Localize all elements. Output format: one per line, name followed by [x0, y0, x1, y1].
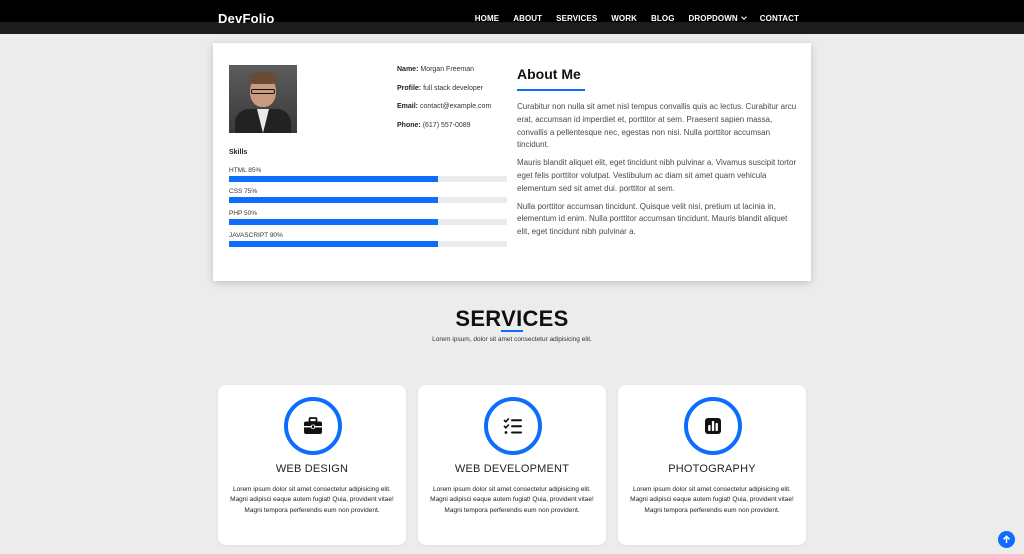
service-card-photography[interactable]: PHOTOGRAPHY Lorem ipsum dolor sit amet c… — [618, 385, 806, 545]
service-icon-ring — [684, 397, 742, 455]
about-paragraph: Nulla porttitor accumsan tincidunt. Quis… — [517, 201, 788, 237]
main-nav: HOME ABOUT SERVICES WORK BLOG DROPDOWN C… — [475, 14, 799, 23]
info-phone-value: (617) 557-0089 — [422, 121, 471, 129]
profile-photo — [229, 65, 297, 133]
skill-progress-fill — [229, 176, 438, 182]
about-text: Curabitur non nulla sit amet nisl tempus… — [517, 101, 801, 244]
service-title: WEB DEVELOPMENT — [454, 463, 570, 475]
service-card-web-development[interactable]: WEB DEVELOPMENT Lorem ipsum dolor sit am… — [418, 385, 606, 545]
arrow-up-icon — [1002, 535, 1011, 543]
skill-php: PHP 50% — [229, 210, 507, 225]
about-paragraph: Curabitur non nulla sit amet nisl tempus… — [517, 102, 797, 150]
nav-home[interactable]: HOME — [475, 14, 499, 23]
services-title: SERVICES — [455, 306, 569, 331]
service-title: PHOTOGRAPHY — [668, 463, 756, 475]
navbar-bottom-strip — [0, 22, 1024, 34]
nav-about[interactable]: ABOUT — [513, 14, 542, 23]
skill-javascript: JAVASCRIPT 90% — [229, 232, 507, 247]
skill-progress-track — [229, 241, 507, 247]
nav-dropdown[interactable]: DROPDOWN — [688, 14, 747, 23]
chevron-down-icon — [740, 14, 747, 20]
skill-label: HTML 85% — [229, 167, 262, 174]
skill-progress-track — [229, 197, 507, 203]
bar-chart-icon — [705, 418, 721, 434]
info-email-value: contact@example.com — [419, 103, 492, 110]
nav-blog[interactable]: BLOG — [651, 14, 675, 23]
info-phone: Phone: (617) 557-0089 — [397, 122, 491, 129]
services-subtitle: Lorem ipsum, dolor sit amet consectetur … — [432, 336, 592, 343]
skill-progress-track — [229, 219, 507, 225]
info-email: Email: contact@example.com — [397, 103, 491, 110]
service-title: WEB DESIGN — [275, 463, 349, 475]
skill-progress-fill — [229, 219, 438, 225]
info-email-label: Email: — [397, 103, 419, 110]
photo-glasses — [251, 89, 275, 94]
info-profile-label: Profile: — [397, 84, 422, 92]
about-title-underline — [517, 89, 585, 91]
checklist-icon — [503, 417, 522, 434]
skill-html: HTML 85% — [229, 167, 507, 182]
briefcase-icon — [304, 417, 322, 434]
about-paragraph: Mauris blandit aliquet elit, eget tincid… — [517, 158, 797, 193]
service-card-web-design[interactable]: WEB DESIGN Lorem ipsum dolor sit amet co… — [218, 385, 406, 545]
service-icon-ring — [484, 397, 542, 455]
top-navbar: DevFolio HOME ABOUT SERVICES WORK BLOG D… — [0, 0, 1024, 34]
info-phone-label: Phone: — [397, 121, 421, 129]
skill-progress-fill — [229, 241, 438, 247]
info-profile: Profile: full stack developer — [397, 85, 491, 92]
brand-logo[interactable]: DevFolio — [218, 11, 275, 26]
info-name-label: Name: — [397, 66, 419, 73]
skill-label: PHP 50% — [229, 210, 258, 217]
services-title-underline — [501, 330, 523, 332]
skills-heading: Skills — [229, 149, 248, 156]
profile-info: Name: Morgan Freeman Profile: full stack… — [397, 66, 491, 140]
nav-services[interactable]: SERVICES — [556, 14, 597, 23]
service-description: Lorem ipsum dolor sit amet consectetur a… — [230, 486, 394, 514]
nav-contact[interactable]: CONTACT — [760, 14, 799, 23]
about-title: About Me — [517, 66, 581, 82]
skill-progress-fill — [229, 197, 438, 203]
nav-work[interactable]: WORK — [611, 14, 637, 23]
skill-css: CSS 75% — [229, 188, 507, 203]
service-icon-ring — [284, 397, 342, 455]
skill-progress-track — [229, 176, 507, 182]
photo-hair — [249, 72, 277, 84]
info-profile-value: full stack developer — [423, 84, 483, 92]
nav-dropdown-label: DROPDOWN — [688, 14, 738, 23]
skill-label: CSS 75% — [229, 188, 258, 195]
service-description: Lorem ipsum dolor sit amet consectetur a… — [430, 486, 594, 514]
info-name: Name: Morgan Freeman — [397, 66, 491, 73]
info-name-value: Morgan Freeman — [420, 66, 475, 73]
service-description: Lorem ipsum dolor sit amet consectetur a… — [630, 486, 794, 514]
back-to-top-button[interactable] — [998, 531, 1015, 548]
about-card: Name: Morgan Freeman Profile: full stack… — [213, 43, 811, 281]
skill-label: JAVASCRIPT 90% — [229, 232, 283, 239]
